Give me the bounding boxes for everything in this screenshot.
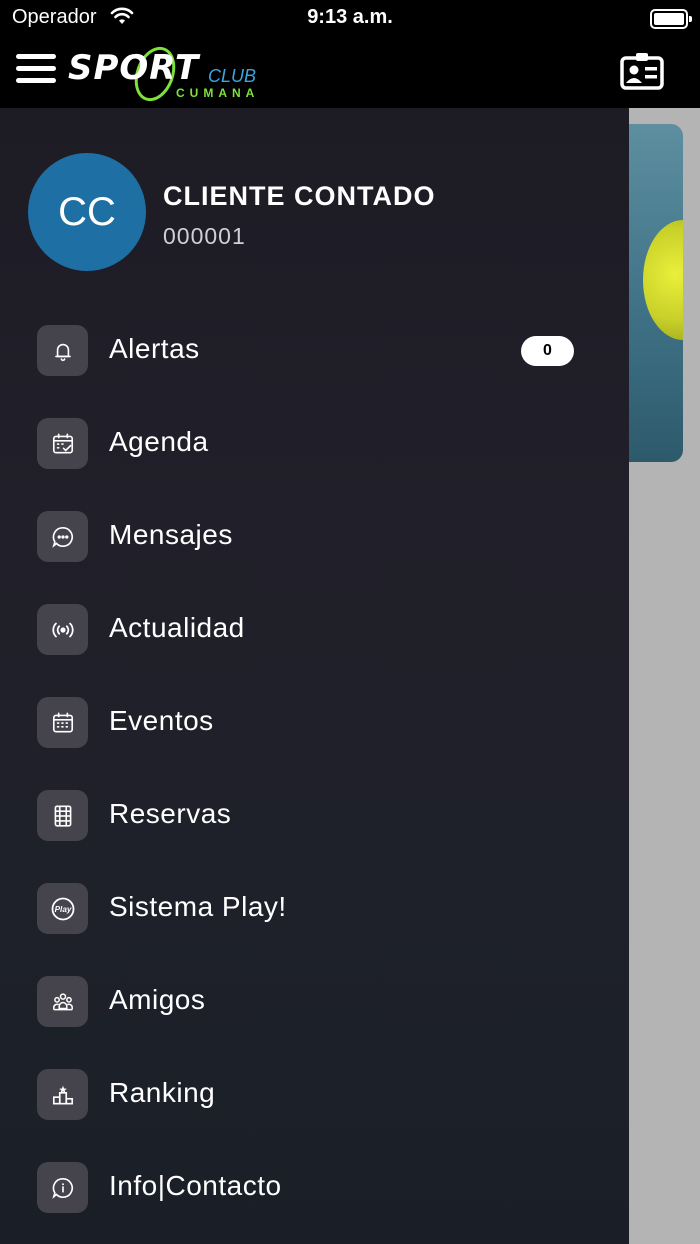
chat-bubble-icon — [37, 511, 88, 562]
menu-label: Alertas — [109, 333, 200, 364]
menu-item-actualidad[interactable]: Actualidad — [0, 589, 629, 669]
hamburger-icon[interactable] — [16, 54, 56, 84]
calendar-grid-icon — [37, 697, 88, 748]
menu-item-reservas[interactable]: Reservas — [0, 775, 629, 855]
logo-club: CLUB — [208, 66, 257, 86]
svg-text:Play: Play — [54, 904, 71, 913]
status-bar: Operador 9:13 a.m. — [0, 0, 700, 36]
menu-label: Info|Contacto — [109, 1170, 282, 1201]
menu-item-ranking[interactable]: Ranking — [0, 1054, 629, 1134]
avatar[interactable]: CC — [28, 153, 146, 271]
play-logo-icon: Play — [37, 883, 88, 934]
podium-icon — [37, 1069, 88, 1120]
menu-item-info-contacto[interactable]: Info|Contacto — [0, 1147, 629, 1227]
friends-icon — [37, 976, 88, 1027]
calendar-check-icon — [37, 418, 88, 469]
menu-item-mensajes[interactable]: Mensajes — [0, 496, 629, 576]
menu-label: Reservas — [109, 798, 232, 829]
menu-item-amigos[interactable]: Amigos — [0, 961, 629, 1041]
menu-label: Amigos — [109, 984, 206, 1015]
menu-label: Eventos — [109, 705, 214, 736]
battery-icon — [650, 9, 692, 29]
app-header: SPORT CLUB CUMANA — [0, 36, 700, 108]
logo-city: CUMANA — [176, 86, 260, 100]
menu-item-agenda[interactable]: Agenda — [0, 403, 629, 483]
broadcast-icon — [37, 604, 88, 655]
info-bubble-icon — [37, 1162, 88, 1213]
court-icon — [37, 790, 88, 841]
background-screen[interactable] — [629, 108, 700, 1244]
menu-label: Sistema Play! — [109, 891, 287, 922]
bell-icon — [37, 325, 88, 376]
background-card — [629, 124, 683, 462]
clock: 9:13 a.m. — [307, 6, 393, 28]
user-code: 000001 — [163, 223, 246, 249]
user-name: CLIENTE CONTADO — [163, 181, 436, 211]
logo-word: SPORT — [68, 48, 200, 88]
menu-item-eventos[interactable]: Eventos — [0, 682, 629, 762]
side-drawer: CC CLIENTE CONTADO 000001 Alertas 0 Agen… — [0, 108, 629, 1244]
menu-item-alertas[interactable]: Alertas 0 — [0, 310, 629, 390]
sport-club-logo: SPORT CLUB CUMANA — [66, 40, 266, 107]
menu-label: Actualidad — [109, 612, 245, 643]
menu-item-sistema-play[interactable]: Play Sistema Play! — [0, 868, 629, 948]
id-card-icon[interactable] — [620, 52, 664, 90]
alert-count-badge: 0 — [521, 336, 574, 366]
menu-label: Ranking — [109, 1077, 216, 1108]
tennis-ball-image — [643, 220, 683, 340]
menu-label: Mensajes — [109, 519, 233, 550]
menu-label: Agenda — [109, 426, 209, 457]
